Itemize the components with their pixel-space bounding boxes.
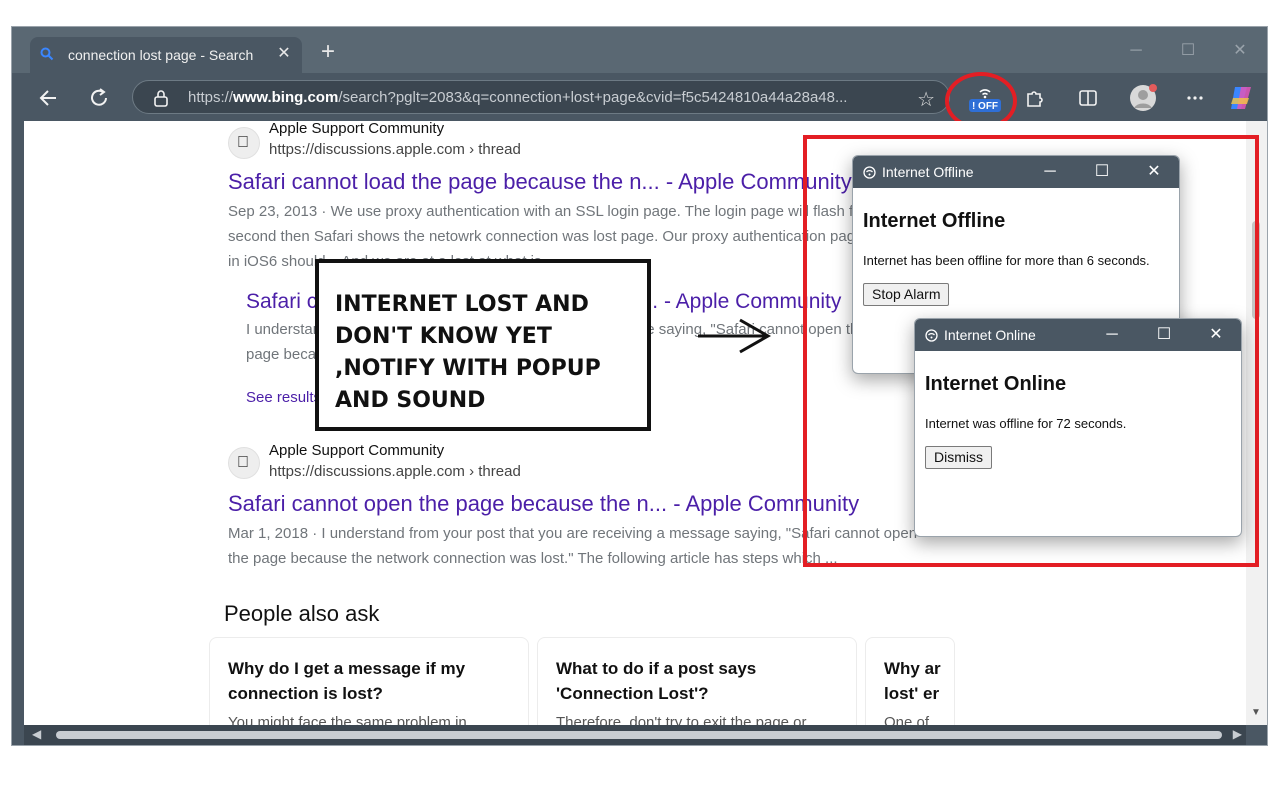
paa-question: What to do if a post says 'Connection Lo… — [556, 659, 757, 703]
scroll-right-icon[interactable]: ▶ — [1233, 727, 1242, 741]
popup-titlebar: Internet Offline ─ ☐ ✕ — [853, 156, 1179, 188]
minimize-icon[interactable]: ─ — [1039, 162, 1061, 182]
back-icon[interactable] — [36, 85, 62, 111]
scrollbar-thumb[interactable] — [56, 731, 1222, 739]
profile-avatar-icon[interactable] — [1128, 83, 1158, 113]
paa-answer: You might face the same problem in — [228, 714, 467, 725]
url-text: https://www.bing.com/search?pglt=2083&q=… — [188, 89, 848, 106]
favorite-star-icon[interactable]: ☆ — [917, 87, 935, 112]
copilot-icon[interactable] — [1227, 84, 1255, 112]
apple-logo-icon:  — [228, 447, 260, 479]
paa-question: Why ar lost' er — [884, 659, 941, 703]
minimize-icon[interactable]: ─ — [1101, 325, 1123, 345]
split-screen-icon[interactable] — [1075, 85, 1101, 111]
result-source: Apple Support Community — [269, 442, 445, 459]
close-tab-icon[interactable]: ✕ — [274, 44, 294, 64]
scroll-down-icon[interactable]: ▼ — [1251, 707, 1261, 718]
paa-question: Why do I get a message if my connection … — [228, 659, 466, 703]
popup-heading: Internet Online — [925, 373, 1067, 395]
people-also-ask-heading: People also ask — [224, 601, 380, 626]
close-icon[interactable]: ✕ — [1143, 162, 1165, 182]
online-popup-window: Internet Online ─ ☐ ✕ Internet Online In… — [914, 318, 1242, 537]
refresh-icon[interactable] — [86, 85, 112, 111]
popup-titlebar: Internet Online ─ ☐ ✕ — [915, 319, 1241, 351]
minimize-icon[interactable]: ─ — [1122, 41, 1150, 61]
lock-icon — [154, 90, 168, 107]
result-title-link[interactable]: Safari cannot load the page because the … — [228, 169, 852, 195]
more-options-icon[interactable] — [1182, 85, 1208, 111]
result-url[interactable]: https://discussions.apple.com › thread — [269, 463, 521, 480]
apple-logo-icon:  — [228, 127, 260, 159]
dismiss-button[interactable]: Dismiss — [925, 446, 992, 469]
extensions-icon[interactable] — [1022, 85, 1048, 111]
result-title-link[interactable]: Safari cannot open the page because the … — [228, 491, 859, 517]
popup-heading: Internet Offline — [863, 210, 1006, 232]
maximize-icon[interactable]: ☐ — [1153, 325, 1175, 345]
paa-answer: One of — [884, 714, 930, 725]
arrow-right-icon — [698, 318, 772, 354]
see-results-link[interactable]: See results — [246, 389, 321, 406]
paa-answer: Therefore, don't try to exit the page or — [556, 714, 807, 725]
horizontal-scrollbar[interactable]: ◀ ▶ — [24, 725, 1246, 745]
toolbar: https://www.bing.com/search?pglt=2083&q=… — [12, 73, 1267, 121]
wifi-icon — [863, 166, 876, 179]
maximize-icon[interactable]: ☐ — [1174, 41, 1202, 61]
wifi-icon — [925, 329, 938, 342]
annotation-box: INTERNET LOST AND DON'T KNOW YET ,NOTIFY… — [315, 259, 651, 431]
close-window-icon[interactable]: ✕ — [1226, 41, 1254, 61]
new-tab-button[interactable]: + — [316, 40, 340, 65]
tab-title: connection lost page - Search — [68, 47, 254, 63]
paa-card[interactable]: What to do if a post says 'Connection Lo… — [537, 637, 857, 725]
paa-card[interactable]: Why do I get a message if my connection … — [209, 637, 529, 725]
search-icon — [40, 47, 54, 61]
stop-alarm-button[interactable]: Stop Alarm — [863, 283, 950, 306]
close-icon[interactable]: ✕ — [1205, 325, 1227, 345]
address-bar[interactable]: https://www.bing.com/search?pglt=2083&q=… — [132, 80, 950, 114]
screenshot-stage: connection lost page - Search ✕ + ─ ☐ ✕ … — [0, 0, 1280, 800]
paa-card[interactable]: Why ar lost' er One of — [865, 637, 955, 725]
popup-window-title: Internet Online — [944, 327, 1036, 343]
annotation-text: INTERNET LOST AND DON'T KNOW YET ,NOTIFY… — [335, 292, 601, 413]
result-source: Apple Support Community — [269, 121, 445, 137]
result-url[interactable]: https://discussions.apple.com › thread — [269, 141, 521, 158]
popup-message: Internet was offline for 72 seconds. — [925, 416, 1127, 431]
maximize-icon[interactable]: ☐ — [1091, 162, 1113, 182]
scroll-left-icon[interactable]: ◀ — [32, 727, 41, 741]
popup-window-title: Internet Offline — [882, 164, 974, 180]
tab-search[interactable]: connection lost page - Search ✕ — [30, 37, 302, 73]
popup-message: Internet has been offline for more than … — [863, 253, 1150, 268]
tab-strip: connection lost page - Search ✕ + ─ ☐ ✕ — [12, 27, 1267, 73]
